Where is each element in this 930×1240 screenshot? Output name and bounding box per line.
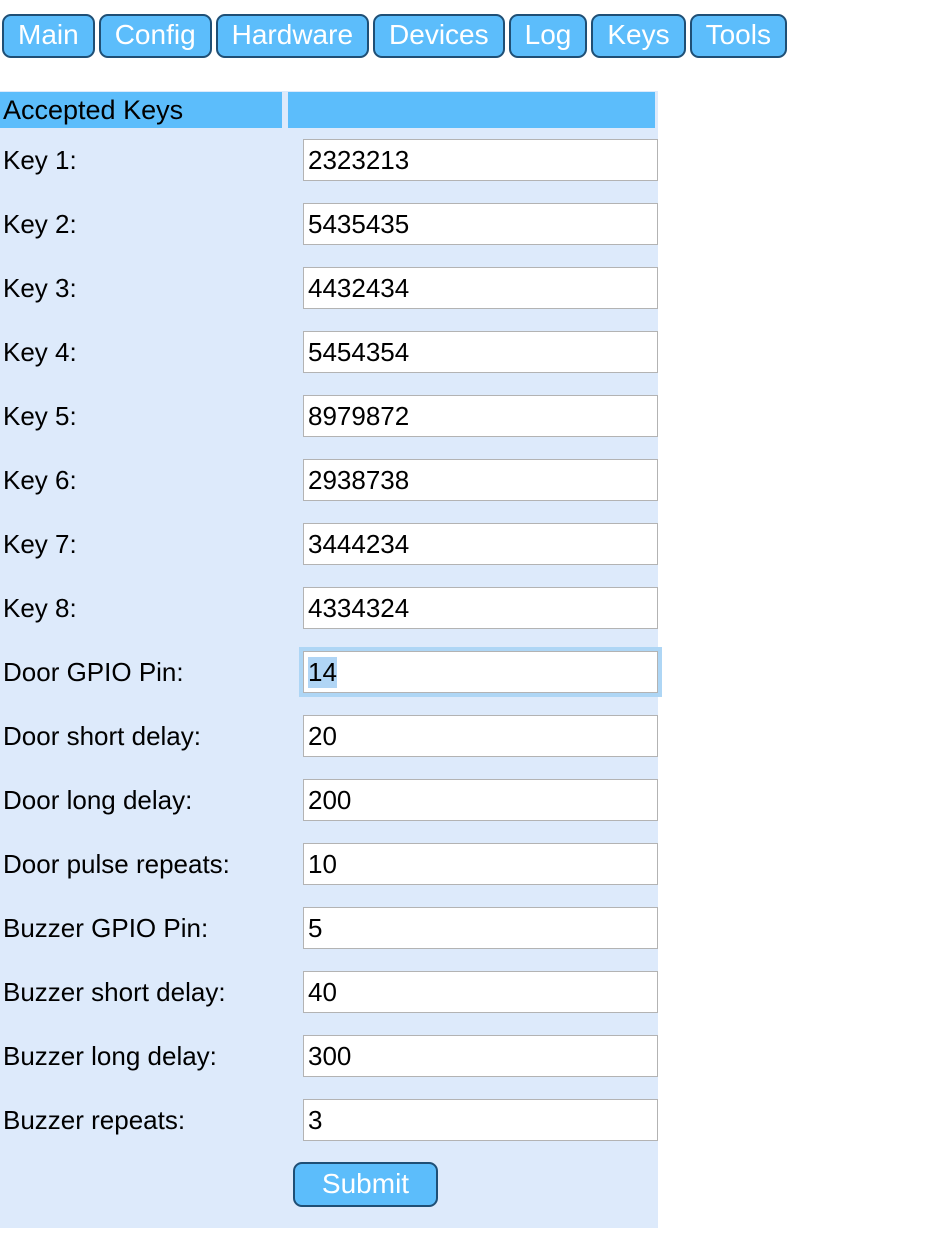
tab-hardware[interactable]: Hardware: [215, 14, 370, 58]
submit-button[interactable]: Submit: [293, 1161, 438, 1207]
field-wrapper-buzzer-gpio-pin: [303, 907, 658, 949]
field-wrapper-door-short-delay: [303, 715, 658, 757]
field-wrapper-buzzer-long-delay: [303, 1035, 658, 1077]
form-row-door-pulse-repeats: Door pulse repeats:: [0, 832, 658, 896]
label-door-pulse-repeats: Door pulse repeats:: [3, 849, 230, 879]
field-wrapper-key-7: [303, 523, 658, 565]
label-door-long-delay: Door long delay:: [3, 785, 193, 815]
label-key-3: Key 3:: [3, 273, 77, 303]
tab-devices[interactable]: Devices: [373, 14, 505, 58]
label-door-gpio-pin: Door GPIO Pin:: [3, 657, 184, 687]
field-wrapper-door-gpio-pin: [303, 651, 658, 693]
input-key-2[interactable]: [303, 203, 658, 245]
input-door-pulse-repeats[interactable]: [303, 843, 658, 885]
form-row-key-1: Key 1:: [0, 128, 658, 192]
form-row-key-5: Key 5:: [0, 384, 658, 448]
form-row-key-4: Key 4:: [0, 320, 658, 384]
form-row-door-long-delay: Door long delay:: [0, 768, 658, 832]
input-buzzer-short-delay[interactable]: [303, 971, 658, 1013]
input-buzzer-gpio-pin[interactable]: [303, 907, 658, 949]
form-row-buzzer-long-delay: Buzzer long delay:: [0, 1024, 658, 1088]
table-header-row: Accepted Keys: [0, 91, 658, 128]
label-key-5: Key 5:: [3, 401, 77, 431]
form-row-key-6: Key 6:: [0, 448, 658, 512]
field-wrapper-door-pulse-repeats: [303, 843, 658, 885]
label-key-7: Key 7:: [3, 529, 77, 559]
field-wrapper-key-4: [303, 331, 658, 373]
label-key-4: Key 4:: [3, 337, 77, 367]
table-header-value-column: [288, 92, 655, 128]
input-key-4[interactable]: [303, 331, 658, 373]
form-row-key-7: Key 7:: [0, 512, 658, 576]
form-row-key-3: Key 3:: [0, 256, 658, 320]
table-header-title: Accepted Keys: [0, 92, 282, 128]
tab-bar: Main Config Hardware Devices Log Keys Tools: [0, 14, 787, 58]
tab-tools[interactable]: Tools: [689, 14, 787, 58]
input-key-3[interactable]: [303, 267, 658, 309]
tab-main[interactable]: Main: [2, 14, 95, 58]
label-buzzer-repeats: Buzzer repeats:: [3, 1105, 186, 1135]
accepted-keys-panel: Accepted Keys Key 1:Key 2:Key 3:Key 4:Ke…: [0, 91, 658, 1228]
input-buzzer-repeats[interactable]: [303, 1099, 658, 1141]
input-buzzer-long-delay[interactable]: [303, 1035, 658, 1077]
input-key-7[interactable]: [303, 523, 658, 565]
input-key-8[interactable]: [303, 587, 658, 629]
input-door-short-delay[interactable]: [303, 715, 658, 757]
field-wrapper-buzzer-repeats: [303, 1099, 658, 1141]
label-key-6: Key 6:: [3, 465, 77, 495]
form-row-key-2: Key 2:: [0, 192, 658, 256]
input-key-6[interactable]: [303, 459, 658, 501]
field-wrapper-buzzer-short-delay: [303, 971, 658, 1013]
tab-keys[interactable]: Keys: [591, 14, 686, 58]
label-buzzer-gpio-pin: Buzzer GPIO Pin:: [3, 913, 209, 943]
form-row-door-gpio-pin: Door GPIO Pin:: [0, 640, 658, 704]
field-wrapper-key-5: [303, 395, 658, 437]
field-wrapper-key-8: [303, 587, 658, 629]
form-row-key-8: Key 8:: [0, 576, 658, 640]
field-wrapper-key-2: [303, 203, 658, 245]
form-rows: Key 1: Key 2: Key 3: Key 4: Key 5: Key 6: Key …: [0, 128, 658, 1152]
label-buzzer-long-delay: Buzzer long delay:: [3, 1041, 217, 1071]
input-door-long-delay[interactable]: [303, 779, 658, 821]
tab-log[interactable]: Log: [508, 14, 588, 58]
input-key-5[interactable]: [303, 395, 658, 437]
tab-config[interactable]: Config: [98, 14, 212, 58]
label-key-1: Key 1:: [3, 145, 77, 175]
form-row-door-short-delay: Door short delay:: [0, 704, 658, 768]
label-door-short-delay: Door short delay:: [3, 721, 201, 751]
input-door-gpio-pin[interactable]: [303, 651, 658, 693]
input-key-1[interactable]: [303, 139, 658, 181]
form-row-buzzer-gpio-pin: Buzzer GPIO Pin:: [0, 896, 658, 960]
field-wrapper-key-6: [303, 459, 658, 501]
form-row-buzzer-repeats: Buzzer repeats:: [0, 1088, 658, 1152]
field-wrapper-door-long-delay: [303, 779, 658, 821]
label-key-8: Key 8:: [3, 593, 77, 623]
field-wrapper-key-3: [303, 267, 658, 309]
form-row-buzzer-short-delay: Buzzer short delay:: [0, 960, 658, 1024]
label-key-2: Key 2:: [3, 209, 77, 239]
field-wrapper-key-1: [303, 139, 658, 181]
label-buzzer-short-delay: Buzzer short delay:: [3, 977, 226, 1007]
submit-row: Submit: [0, 1152, 658, 1216]
